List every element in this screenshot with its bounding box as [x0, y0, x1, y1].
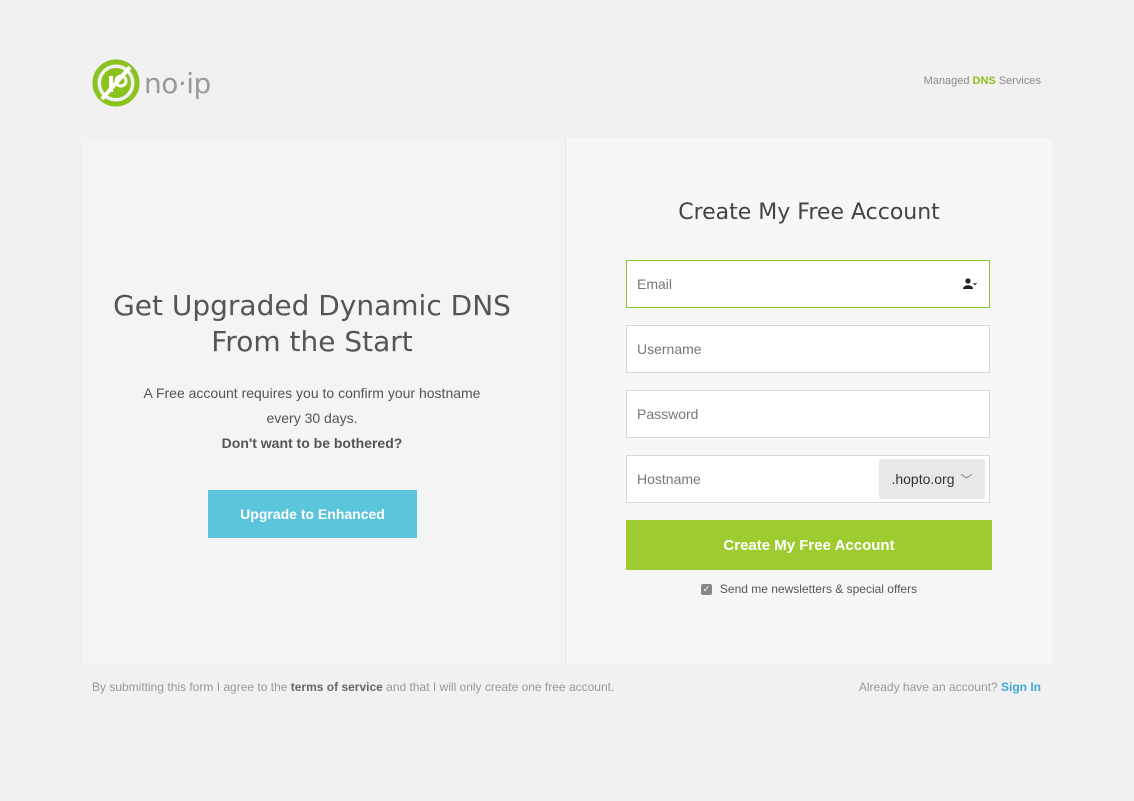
- terms-notice: By submitting this form I agree to the t…: [92, 680, 614, 694]
- signin-prefix: Already have an account?: [858, 680, 998, 694]
- noip-logo[interactable]: no·ip: [92, 58, 211, 108]
- terms-of-service-link[interactable]: terms of service: [291, 680, 383, 694]
- user-dropdown-icon[interactable]: [949, 278, 989, 290]
- newsletter-label: Send me newsletters & special offers: [719, 582, 918, 596]
- tagline-suffix: Services: [998, 75, 1041, 87]
- promo-title: Get Upgraded Dynamic DNS From the Start: [113, 289, 511, 358]
- promo-desc-bold: Don't want to be bothered?: [221, 435, 403, 451]
- promo-description: A Free account requires you to confirm y…: [142, 381, 482, 456]
- hostname-input[interactable]: [627, 456, 879, 502]
- upgrade-button[interactable]: Upgrade to Enhanced: [208, 490, 417, 538]
- signup-form: Create My Free Account .hopto.org ﹀ Crea…: [566, 138, 1052, 664]
- terms-suffix: and that I will only create one free acc…: [386, 680, 615, 694]
- terms-prefix: By submitting this form I agree to the: [92, 680, 288, 694]
- domain-value: .hopto.org: [891, 471, 955, 487]
- promo-desc-text: A Free account requires you to confirm y…: [143, 385, 481, 426]
- password-field: [626, 390, 990, 438]
- tagline-prefix: Managed: [923, 75, 970, 87]
- promo-panel: Get Upgraded Dynamic DNS From the Start …: [82, 138, 566, 664]
- hostname-field: .hopto.org ﹀: [626, 455, 990, 503]
- newsletter-option: ✓ Send me newsletters & special offers: [566, 582, 1052, 596]
- signin-prompt: Already have an account? Sign In: [859, 680, 1041, 694]
- email-input[interactable]: [627, 261, 949, 307]
- username-field: [626, 325, 990, 373]
- create-account-button[interactable]: Create My Free Account: [626, 520, 992, 570]
- email-field: [626, 260, 990, 308]
- tagline: Managed DNS Services: [924, 75, 1041, 87]
- chevron-down-icon: ﹀: [960, 472, 973, 487]
- sign-in-link[interactable]: Sign In: [1001, 680, 1041, 694]
- password-input[interactable]: [627, 391, 989, 437]
- logo-text: no·ip: [144, 66, 211, 100]
- form-title: Create My Free Account: [678, 200, 940, 225]
- signup-card: Get Upgraded Dynamic DNS From the Start …: [82, 138, 1052, 664]
- tagline-highlight: DNS: [972, 75, 996, 87]
- noip-logo-icon: [92, 59, 140, 107]
- username-input[interactable]: [627, 326, 989, 372]
- domain-select[interactable]: .hopto.org ﹀: [879, 459, 985, 499]
- newsletter-checkbox[interactable]: ✓: [700, 583, 712, 595]
